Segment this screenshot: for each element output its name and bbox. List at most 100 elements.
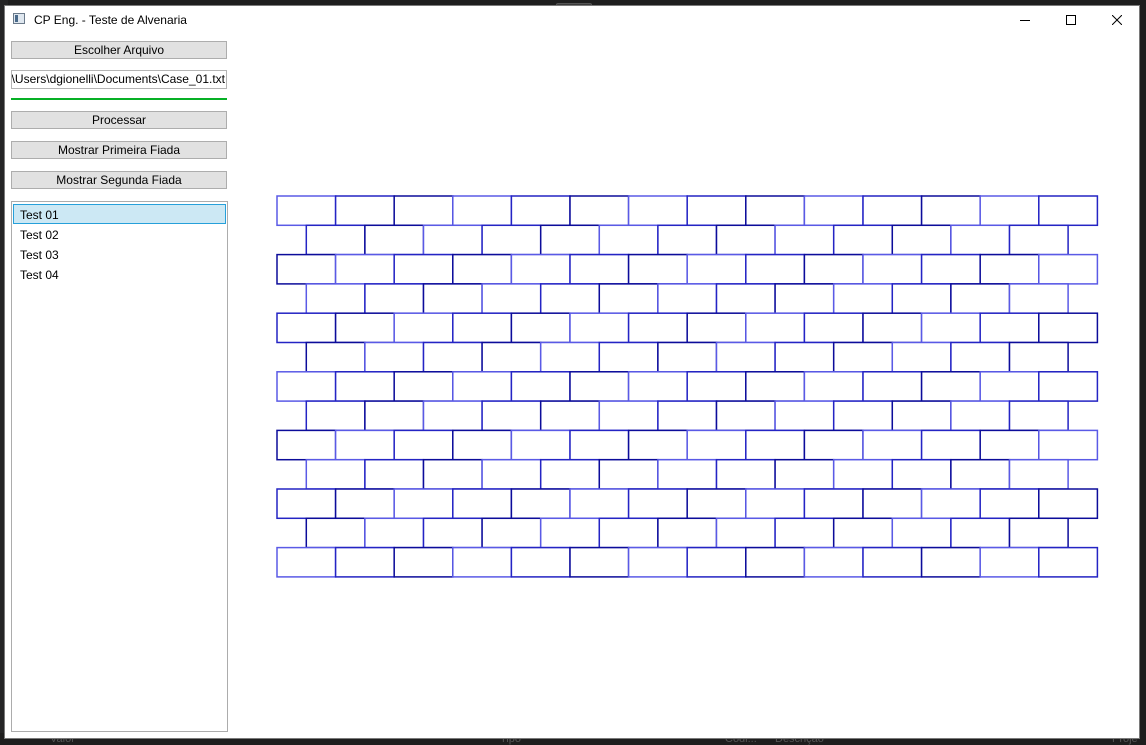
brick (920, 429, 981, 461)
brick (979, 312, 1040, 344)
brick (803, 488, 864, 520)
brick (481, 283, 542, 314)
brick (686, 195, 747, 227)
brick (569, 488, 630, 520)
brick (920, 371, 981, 402)
brick (657, 283, 718, 314)
brick (393, 488, 454, 520)
maximize-button[interactable] (1048, 6, 1094, 34)
masonry-wall-canvas (276, 195, 1099, 578)
brick (393, 546, 454, 578)
brick (950, 400, 1011, 432)
brick (422, 283, 483, 314)
brick (598, 341, 659, 373)
brick (481, 458, 542, 490)
brick (950, 341, 1011, 373)
brick (452, 371, 513, 402)
brick (832, 400, 894, 432)
brick (803, 429, 864, 461)
brick (539, 341, 601, 373)
brick (832, 283, 894, 314)
test-list-item[interactable]: Test 04 (13, 264, 226, 284)
file-path-field[interactable]: C:\Users\dgionelli\Documents\Case_01.txt (11, 70, 227, 89)
brick (452, 429, 513, 461)
brick (950, 283, 1011, 314)
brick (569, 429, 630, 461)
brick (481, 517, 542, 549)
brick (452, 546, 513, 578)
brick (1038, 371, 1099, 402)
brick (803, 195, 864, 227)
brick (686, 429, 747, 461)
show-first-course-button[interactable]: Mostrar Primeira Fiada (11, 141, 227, 159)
brick (569, 195, 630, 227)
brick (745, 253, 806, 285)
brick (686, 253, 747, 285)
brick (745, 488, 806, 520)
brick (657, 224, 718, 256)
brick (598, 224, 659, 256)
brick (334, 488, 395, 520)
brick (452, 195, 513, 227)
test-list-item[interactable]: Test 01 (13, 204, 226, 224)
title-bar[interactable]: CP Eng. - Teste de Alvenaria (5, 6, 1139, 34)
brick (979, 253, 1040, 285)
brick (627, 429, 688, 461)
brick (627, 312, 688, 344)
brick (276, 253, 337, 285)
brick (452, 253, 513, 285)
brick (745, 371, 806, 402)
brick (1008, 400, 1069, 432)
brick (862, 546, 923, 578)
brick (452, 488, 513, 520)
show-second-course-button[interactable]: Mostrar Segunda Fiada (11, 171, 227, 189)
test-list[interactable]: Test 01 Test 02 Test 03 Test 04 (11, 201, 228, 732)
brick (627, 488, 688, 520)
brick (305, 458, 366, 490)
brick (539, 283, 601, 314)
brick (1008, 224, 1069, 256)
brick (950, 517, 1011, 549)
progress-bar (11, 98, 227, 100)
brick (891, 400, 952, 432)
brick (862, 195, 923, 227)
brick (305, 283, 366, 314)
brick (803, 312, 864, 344)
brick (803, 253, 864, 285)
app-icon (13, 13, 25, 24)
brick (276, 546, 337, 578)
brick (1038, 312, 1099, 344)
brick (276, 195, 337, 227)
brick (276, 488, 337, 520)
brick (276, 312, 337, 344)
choose-file-button[interactable]: Escolher Arquivo (11, 41, 227, 59)
brick (715, 458, 776, 490)
brick (539, 517, 601, 549)
brick (715, 283, 776, 314)
file-path-text: C:\Users\dgionelli\Documents\Case_01.txt (11, 72, 225, 86)
test-list-item[interactable]: Test 03 (13, 244, 226, 264)
brick (364, 458, 425, 490)
brick (627, 371, 688, 402)
brick (745, 195, 806, 227)
brick (422, 458, 483, 490)
minimize-button[interactable] (1002, 6, 1048, 34)
brick (393, 312, 454, 344)
brick (364, 283, 425, 314)
process-button[interactable]: Processar (11, 111, 227, 129)
brick (598, 283, 659, 314)
brick (422, 341, 483, 373)
brick (774, 283, 835, 314)
brick (920, 546, 981, 578)
brick (715, 341, 776, 373)
maximize-icon (1066, 15, 1076, 25)
brick (569, 371, 630, 402)
brick (686, 488, 747, 520)
brick (510, 253, 571, 285)
brick (364, 341, 425, 373)
brick (715, 224, 776, 256)
brick (715, 517, 776, 549)
test-list-item[interactable]: Test 02 (13, 224, 226, 244)
brick (422, 517, 483, 549)
close-button[interactable] (1094, 6, 1140, 34)
